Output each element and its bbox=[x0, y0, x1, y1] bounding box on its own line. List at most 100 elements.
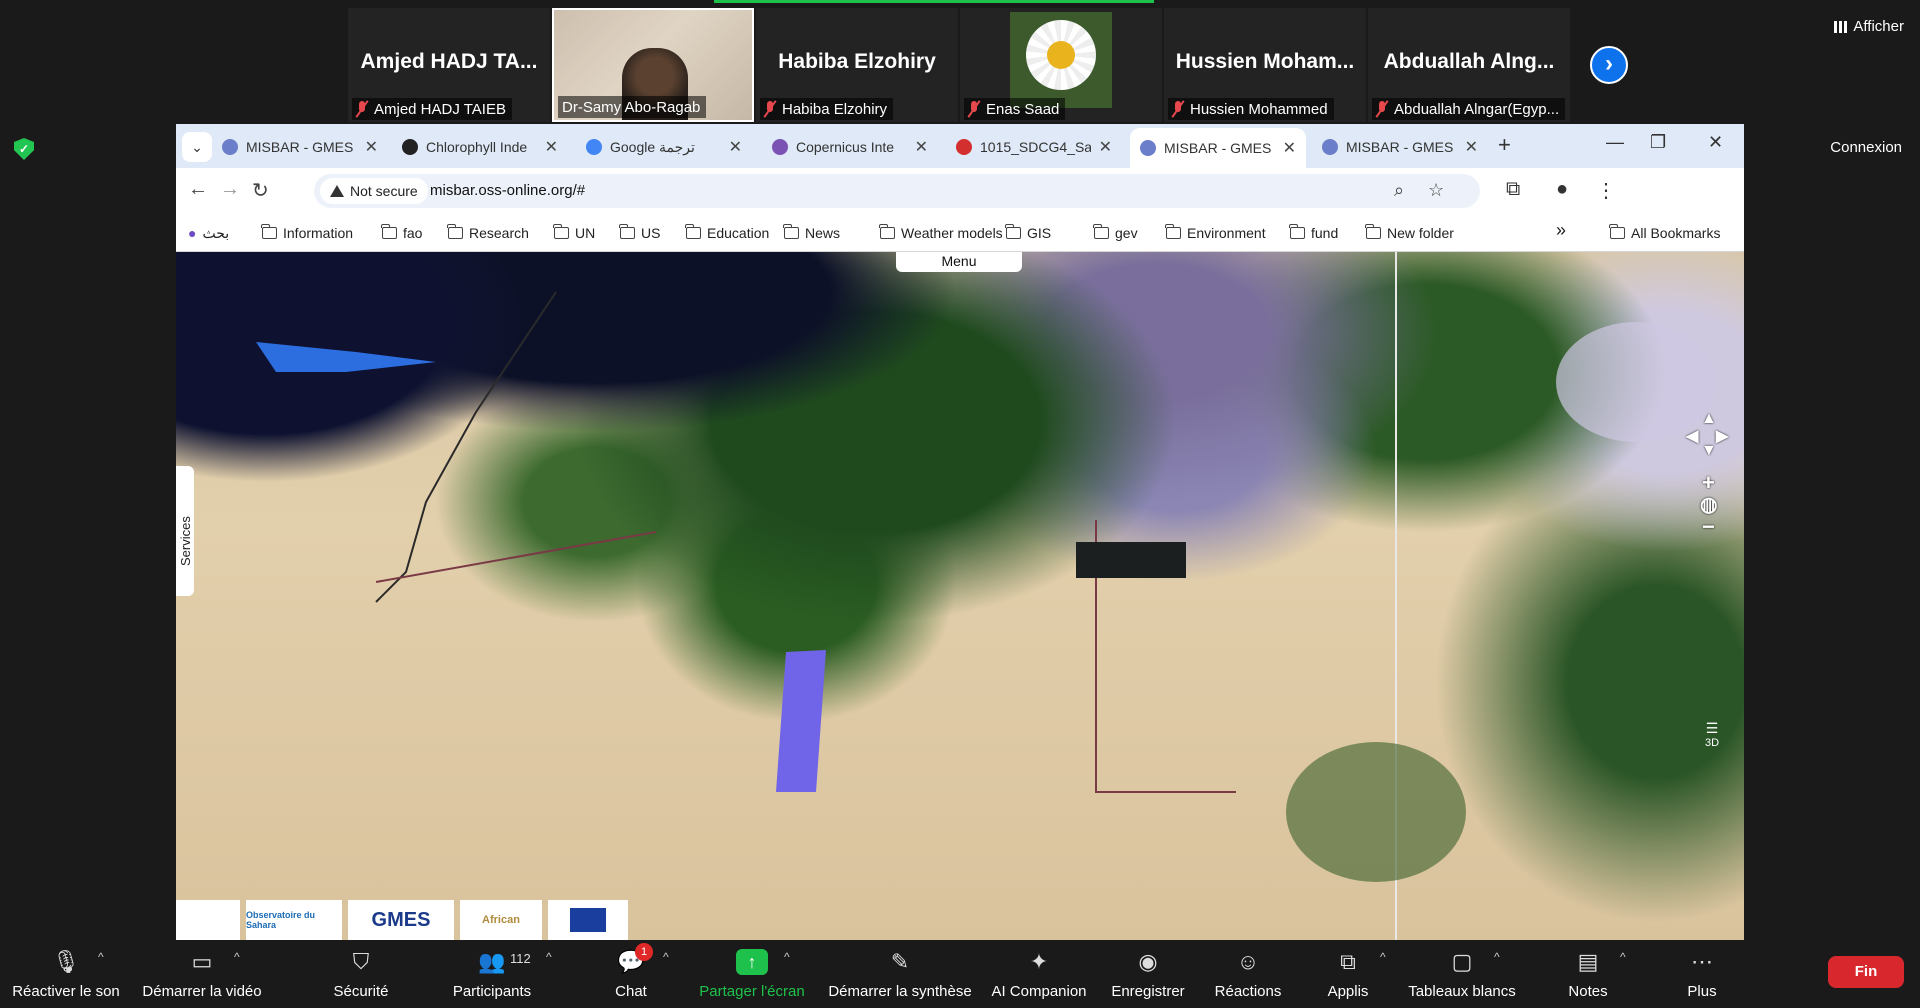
participant-tile[interactable]: Habiba Elzohiry Habiba Elzohiry bbox=[756, 8, 958, 122]
close-tab-icon[interactable]: ✕ bbox=[365, 137, 378, 157]
mic-muted-icon bbox=[1376, 101, 1388, 117]
more-icon: ⋯ bbox=[1691, 949, 1713, 974]
browser-tab[interactable]: MISBAR - GMES ✕ bbox=[1312, 130, 1488, 164]
map-menu-button[interactable]: Menu bbox=[896, 252, 1022, 272]
close-tab-icon[interactable]: ✕ bbox=[545, 137, 558, 157]
address-bar[interactable]: Not secure misbar.oss-online.org/# ⌕ ☆ bbox=[314, 174, 1480, 208]
browser-tab[interactable]: 1015_SDCG4_Sa ✕ bbox=[946, 130, 1122, 164]
pan-down-icon[interactable]: ▼ bbox=[1701, 442, 1717, 460]
profile-icon[interactable]: ● bbox=[1556, 178, 1568, 201]
participant-tile[interactable]: Abduallah Alng... Abduallah Alngar(Egyp.… bbox=[1368, 8, 1570, 122]
caret-up-icon[interactable]: ^ bbox=[1380, 950, 1386, 964]
url-text[interactable]: misbar.oss-online.org/# bbox=[430, 182, 585, 199]
folder-icon bbox=[879, 224, 895, 239]
screen-share-indicator bbox=[714, 0, 1154, 3]
close-tab-icon[interactable]: ✕ bbox=[915, 137, 928, 157]
whiteboard-button[interactable]: ▢ Tableaux blancs bbox=[1392, 940, 1532, 1008]
share-screen-icon: ↑ bbox=[736, 947, 768, 977]
solar-field bbox=[776, 650, 826, 792]
shield-button[interactable]: ⛉ Sécurité bbox=[291, 940, 431, 1008]
participants-button[interactable]: 👥 112 Participants bbox=[422, 940, 562, 1008]
view-button[interactable]: Afficher bbox=[1834, 18, 1904, 35]
restore-icon[interactable]: ❐ bbox=[1650, 132, 1666, 153]
star-icon[interactable]: ☆ bbox=[1428, 180, 1444, 201]
close-tab-icon[interactable]: ✕ bbox=[1465, 137, 1478, 157]
bookmark-search[interactable]: ● بحث bbox=[188, 223, 229, 243]
caret-up-icon[interactable]: ^ bbox=[784, 950, 790, 964]
bookmark-folder[interactable]: fao bbox=[381, 223, 422, 243]
bookmark-folder[interactable]: fund bbox=[1289, 223, 1338, 243]
minimize-icon[interactable]: — bbox=[1606, 132, 1624, 153]
summary-button[interactable]: ✎ Démarrer la synthèse bbox=[828, 940, 971, 1008]
browser-tab[interactable]: MISBAR - GMES ✕ bbox=[212, 130, 388, 164]
caret-up-icon[interactable]: ^ bbox=[663, 950, 669, 964]
kebab-menu-icon[interactable]: ⋮ bbox=[1596, 178, 1616, 203]
pan-right-icon[interactable]: ▶ bbox=[1716, 426, 1728, 446]
bookmark-folder[interactable]: News bbox=[783, 223, 840, 243]
bookmark-folder[interactable]: Weather models bbox=[879, 223, 1003, 243]
bookmark-folder[interactable]: Information bbox=[261, 223, 353, 243]
control-label: AI Companion bbox=[991, 983, 1087, 1000]
bookmark-folder[interactable]: New folder bbox=[1365, 223, 1454, 243]
new-tab-button[interactable]: + bbox=[1498, 132, 1511, 158]
chat-button[interactable]: 💬 1 Chat bbox=[561, 940, 701, 1008]
back-icon[interactable]: ← bbox=[188, 178, 208, 201]
bookmarks-overflow-icon[interactable]: » bbox=[1556, 220, 1566, 240]
3d-toggle[interactable]: 3D bbox=[1700, 737, 1724, 749]
shield-check-icon[interactable]: ✓ bbox=[14, 138, 34, 160]
bookmark-label: US bbox=[641, 225, 661, 241]
bookmark-folder[interactable]: US bbox=[619, 223, 661, 243]
forward-icon[interactable]: → bbox=[220, 178, 240, 201]
close-icon[interactable]: ✕ bbox=[1708, 132, 1723, 153]
participant-tile[interactable]: Amjed HADJ TA... Amjed HADJ TAIEB bbox=[348, 8, 550, 122]
partner-logo bbox=[176, 900, 240, 940]
control-label: Applis bbox=[1327, 983, 1369, 1000]
browser-tab[interactable]: MISBAR - GMES ✕ bbox=[1130, 128, 1306, 168]
mic-muted-icon bbox=[1172, 101, 1184, 117]
all-bookmarks-button[interactable]: All Bookmarks bbox=[1609, 223, 1720, 243]
folder-icon bbox=[619, 224, 635, 239]
caret-up-icon[interactable]: ^ bbox=[234, 950, 240, 964]
bookmark-folder[interactable]: gev bbox=[1093, 223, 1138, 243]
tab-search-button[interactable]: ⌄ bbox=[182, 132, 212, 162]
reload-icon[interactable]: ↻ bbox=[252, 178, 269, 203]
layers-icon[interactable]: ☰ bbox=[1700, 720, 1724, 737]
end-meeting-button[interactable]: Fin bbox=[1828, 956, 1904, 988]
participant-tile[interactable]: Enas Saad bbox=[960, 8, 1162, 122]
more-button[interactable]: ⋯ Plus bbox=[1632, 940, 1772, 1008]
caret-up-icon[interactable]: ^ bbox=[1494, 950, 1500, 964]
bookmark-folder[interactable]: Education bbox=[685, 223, 769, 243]
caret-up-icon[interactable]: ^ bbox=[546, 950, 552, 964]
control-label: Plus bbox=[1687, 983, 1717, 1000]
pan-up-icon[interactable]: ▲ bbox=[1701, 410, 1717, 428]
pan-left-icon[interactable]: ◀ bbox=[1686, 426, 1698, 446]
tab-title: Google ترجمة bbox=[610, 138, 695, 155]
zoom-out-icon[interactable]: − bbox=[1702, 514, 1715, 540]
services-panel-tab[interactable]: Services bbox=[176, 466, 194, 596]
caret-up-icon[interactable]: ^ bbox=[98, 950, 104, 964]
zoom-icon[interactable]: ⌕ bbox=[1394, 180, 1404, 201]
video-off-button[interactable]: ▭ Démarrer la vidéo bbox=[132, 940, 272, 1008]
close-tab-icon[interactable]: ✕ bbox=[1099, 137, 1112, 157]
connexion-button[interactable]: Connexion bbox=[1830, 139, 1902, 156]
browser-tab[interactable]: Copernicus Inte ✕ bbox=[762, 130, 938, 164]
bookmark-folder[interactable]: Research bbox=[447, 223, 529, 243]
satellite-map[interactable]: Menu Services ▲ ◀ ▶ ▼ + ◍ − ☰ 3D Observa… bbox=[176, 252, 1744, 940]
participant-tile[interactable]: Hussien Moham... Hussien Mohammed bbox=[1164, 8, 1366, 122]
bookmark-folder[interactable]: Environment bbox=[1165, 223, 1266, 243]
chevron-right-icon[interactable]: › bbox=[1590, 46, 1628, 84]
caret-up-icon[interactable]: ^ bbox=[1620, 950, 1626, 964]
participant-video-tile[interactable]: Dr-Samy Abo-Ragab bbox=[552, 8, 754, 122]
puzzle-icon[interactable]: ⧉ bbox=[1506, 178, 1520, 201]
browser-tab[interactable]: Chlorophyll Inde ✕ bbox=[392, 130, 568, 164]
bookmark-folder[interactable]: UN bbox=[553, 223, 595, 243]
folder-icon bbox=[447, 224, 463, 239]
mic-off-button[interactable]: 🎙 Réactiver le son bbox=[0, 940, 136, 1008]
close-tab-icon[interactable]: ✕ bbox=[729, 137, 742, 157]
browser-tab[interactable]: Google ترجمة ✕ bbox=[576, 130, 752, 164]
bookmark-folder[interactable]: GIS bbox=[1005, 223, 1051, 243]
site-security-chip[interactable]: Not secure bbox=[320, 178, 428, 204]
folder-icon bbox=[1005, 224, 1021, 239]
close-tab-icon[interactable]: ✕ bbox=[1283, 138, 1296, 158]
share-screen-button[interactable]: ↑ Partager l'écran bbox=[682, 940, 822, 1008]
